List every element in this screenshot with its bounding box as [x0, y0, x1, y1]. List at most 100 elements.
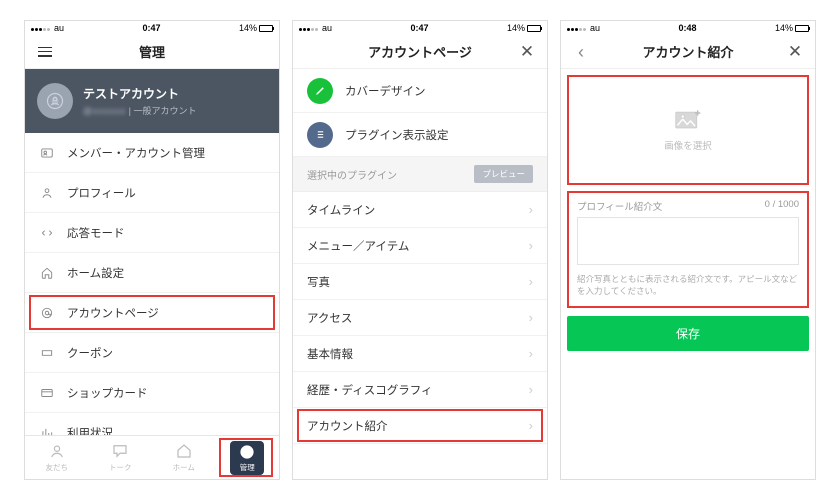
- row-label: 基本情報: [307, 346, 353, 362]
- row-label: 写真: [307, 274, 330, 290]
- tab-talk[interactable]: トーク: [89, 436, 153, 479]
- row-members[interactable]: メンバー・アカウント管理: [25, 133, 279, 173]
- row-timeline[interactable]: タイムライン ›: [293, 192, 547, 228]
- row-label: 利用状況: [67, 425, 113, 436]
- back-button[interactable]: ‹: [569, 40, 593, 64]
- page-title: アカウント紹介: [561, 42, 815, 61]
- row-history[interactable]: 経歴・ディスコグラフィ ›: [293, 372, 547, 408]
- pencil-icon: [307, 78, 333, 104]
- chart-icon: [39, 425, 55, 436]
- clock: 0:47: [64, 23, 239, 33]
- row-label: カバーデザイン: [345, 83, 426, 99]
- user-card-icon: [39, 145, 55, 161]
- account-avatar: @: [37, 83, 73, 119]
- chevron-right-icon: ›: [529, 310, 533, 325]
- row-label: クーポン: [67, 345, 113, 361]
- account-name: テストアカウント: [83, 85, 197, 102]
- card-icon: [39, 385, 55, 401]
- row-label: プロフィール: [67, 185, 136, 201]
- profile-icon: [39, 185, 55, 201]
- row-label: アクセス: [307, 310, 352, 326]
- close-button[interactable]: ✕: [515, 40, 539, 64]
- options-list: カバーデザイン プラグイン表示設定 選択中のプラグイン プレビュー タイムライン…: [293, 69, 547, 479]
- tab-label: ホーム: [173, 462, 195, 473]
- chevrons-icon: [39, 225, 55, 241]
- list-icon: [307, 122, 333, 148]
- close-button[interactable]: ✕: [783, 40, 807, 64]
- intro-text-label: プロフィール紹介文: [577, 199, 662, 213]
- tab-label: 管理: [240, 462, 255, 473]
- row-photo[interactable]: 写真 ›: [293, 264, 547, 300]
- battery-pct: 14%: [239, 23, 257, 33]
- tab-bar: 友だち トーク ホーム @ 管理: [25, 435, 279, 479]
- status-bar: au 0:47 14%: [25, 21, 279, 35]
- clock: 0:47: [332, 23, 507, 33]
- row-profile[interactable]: プロフィール: [25, 173, 279, 213]
- account-header[interactable]: @ テストアカウント @xxxxxx | 一般アカウント: [25, 69, 279, 133]
- row-label: 経歴・ディスコグラフィ: [307, 382, 432, 398]
- tab-label: 友だち: [46, 462, 69, 473]
- screen-account-intro: au 0:48 14% ‹ アカウント紹介 ✕ 画像を選択 プロフィール紹介文 …: [560, 20, 816, 480]
- chevron-right-icon: ›: [529, 382, 533, 397]
- row-account-intro[interactable]: アカウント紹介 ›: [293, 408, 547, 444]
- row-cover-design[interactable]: カバーデザイン: [293, 69, 547, 113]
- chevron-right-icon: ›: [529, 346, 533, 361]
- svg-text:@: @: [51, 97, 59, 106]
- close-icon: ✕: [520, 43, 534, 60]
- row-plugin-settings[interactable]: プラグイン表示設定: [293, 113, 547, 157]
- nav-bar: ‹ アカウント紹介 ✕: [561, 35, 815, 69]
- section-header: 選択中のプラグイン プレビュー: [293, 157, 547, 192]
- status-bar: au 0:48 14%: [561, 21, 815, 35]
- battery-icon: [527, 25, 541, 32]
- status-bar: au 0:47 14%: [293, 21, 547, 35]
- page-title: 管理: [25, 42, 279, 61]
- tab-label: トーク: [109, 462, 132, 473]
- close-icon: ✕: [788, 43, 802, 60]
- row-response[interactable]: 応答モード: [25, 213, 279, 253]
- row-usage[interactable]: 利用状況: [25, 413, 279, 435]
- hamburger-menu-button[interactable]: [33, 40, 57, 64]
- battery-icon: [259, 25, 273, 32]
- row-label: アカウントページ: [67, 305, 159, 321]
- row-label: タイムライン: [307, 202, 375, 218]
- battery-icon: [795, 25, 809, 32]
- at-circle-icon: [39, 305, 55, 321]
- nav-bar: アカウントページ ✕: [293, 35, 547, 69]
- row-menu-item[interactable]: メニュー／アイテム ›: [293, 228, 547, 264]
- row-access[interactable]: アクセス ›: [293, 300, 547, 336]
- svg-text:@: @: [244, 448, 252, 457]
- row-home[interactable]: ホーム設定: [25, 253, 279, 293]
- chevron-right-icon: ›: [529, 418, 533, 433]
- screen-manage: au 0:47 14% 管理 @ テストアカウント @xxxxxx | 一般アカ…: [24, 20, 280, 480]
- row-label: アカウント紹介: [307, 418, 388, 434]
- row-shopcard[interactable]: ショップカード: [25, 373, 279, 413]
- intro-form: 画像を選択 プロフィール紹介文 0 / 1000 紹介写真とともに表示される紹介…: [561, 69, 815, 479]
- home-icon: [39, 265, 55, 281]
- chevron-right-icon: ›: [529, 202, 533, 217]
- row-basic-info[interactable]: 基本情報 ›: [293, 336, 547, 372]
- clock: 0:48: [600, 23, 775, 33]
- chevron-left-icon: ‹: [578, 43, 584, 61]
- intro-textarea[interactable]: [577, 217, 799, 265]
- image-select-box[interactable]: 画像を選択: [567, 75, 809, 185]
- settings-list: メンバー・アカウント管理 プロフィール 応答モード ホーム設定 アカウントページ…: [25, 133, 279, 435]
- nav-bar: 管理: [25, 35, 279, 69]
- row-label: メニュー／アイテム: [307, 238, 409, 254]
- section-label: 選択中のプラグイン: [307, 167, 397, 182]
- row-label: メンバー・アカウント管理: [67, 145, 205, 161]
- tab-manage[interactable]: @ 管理: [216, 436, 280, 479]
- image-select-label: 画像を選択: [664, 138, 712, 152]
- char-counter: 0 / 1000: [765, 199, 799, 213]
- intro-hint: 紹介写真とともに表示される紹介文です。アピール文などを入力してください。: [577, 274, 799, 298]
- chevron-right-icon: ›: [529, 274, 533, 289]
- tab-friends[interactable]: 友だち: [25, 436, 89, 479]
- screen-account-page: au 0:47 14% アカウントページ ✕ カバーデザイン プラグイン表示設定…: [292, 20, 548, 480]
- row-account-page[interactable]: アカウントページ: [25, 293, 279, 333]
- chevron-right-icon: ›: [529, 238, 533, 253]
- tab-home[interactable]: ホーム: [152, 436, 216, 479]
- preview-button[interactable]: プレビュー: [474, 165, 533, 183]
- row-label: ホーム設定: [67, 265, 124, 281]
- save-button[interactable]: 保存: [567, 316, 809, 351]
- row-coupon[interactable]: クーポン: [25, 333, 279, 373]
- row-label: ショップカード: [67, 385, 148, 401]
